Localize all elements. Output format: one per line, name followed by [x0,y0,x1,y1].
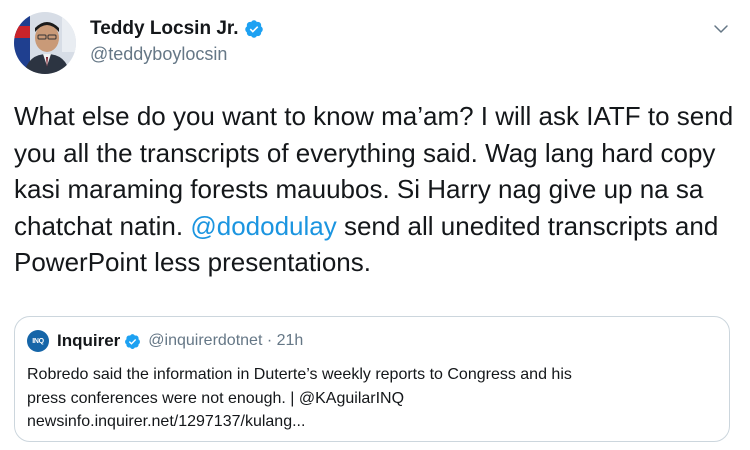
quoted-tweet-header: INQ Inquirer @inquirerdotnet · 21h [27,327,717,355]
quoted-tweet[interactable]: INQ Inquirer @inquirerdotnet · 21h Robre… [14,316,730,442]
author-handle[interactable]: @teddyboylocsin [90,44,264,65]
tweet-card: Teddy Locsin Jr. @teddyboylocsin What el… [0,0,750,450]
mention-link[interactable]: @dododulay [190,211,336,241]
verified-badge-icon [125,333,141,349]
quoted-author-display-name: Inquirer [57,331,121,350]
author-display-name[interactable]: Teddy Locsin Jr. [90,18,239,40]
quoted-author-avatar: INQ [27,330,49,352]
quoted-author-handle-time: @inquirerdotnet · 21h [148,332,304,349]
author-avatar[interactable] [14,12,76,74]
verified-badge-icon [244,20,263,38]
author-names: Teddy Locsin Jr. @teddyboylocsin [90,18,264,65]
quoted-tweet-text: Robredo said the information in Duterte’… [27,363,717,434]
chevron-down-icon[interactable] [712,20,730,38]
quoted-text-line: press conferences were not enough. | @KA… [27,389,405,407]
quoted-text-line: Robredo said the information in Duterte’… [27,366,572,383]
display-name-row: Teddy Locsin Jr. [90,18,264,40]
tweet-text: What else do you want to know ma’am? I w… [14,98,739,281]
quoted-text-link: newsinfo.inquirer.net/1297137/kulang... [27,413,306,430]
tweet-header: Teddy Locsin Jr. @teddyboylocsin [14,12,736,78]
